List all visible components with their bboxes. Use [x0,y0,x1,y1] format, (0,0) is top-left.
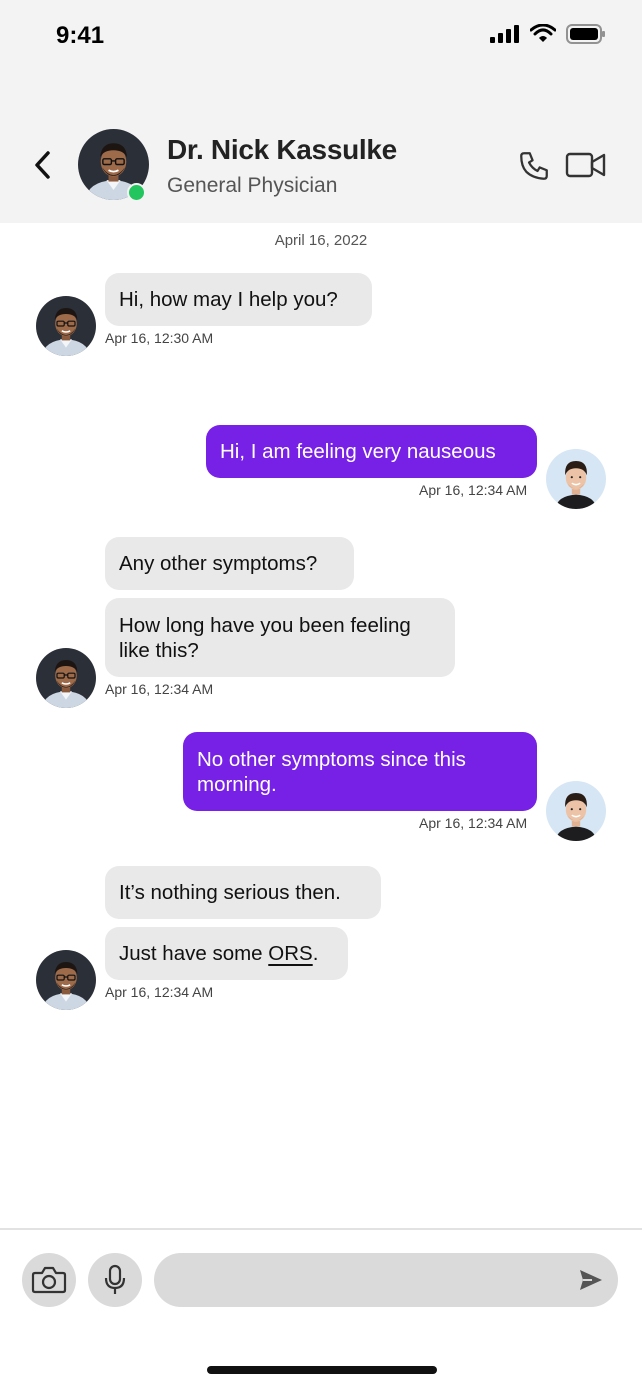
phone-icon[interactable] [517,149,551,183]
incoming-message[interactable]: How long have you been feeling like this… [105,598,455,677]
outgoing-message[interactable]: No other symptoms since this morning. [183,732,537,811]
camera-icon [31,1266,67,1294]
incoming-message[interactable]: It’s nothing serious then. [105,866,381,919]
incoming-message[interactable]: Hi, how may I help you? [105,273,372,326]
message-text: Just have some [119,942,269,965]
doctor-role: General Physician [167,174,338,197]
ors-link[interactable]: ORS [268,942,312,965]
wifi-icon [530,24,556,42]
online-status-dot [127,183,146,202]
message-text: Hi, I am feeling very nauseous [220,440,496,463]
message-text: . [312,942,319,965]
message-text: Hi, how may I help you? [119,288,338,311]
incoming-message[interactable]: Just have some ORS. [105,927,348,980]
message-text: It’s nothing serious then. [119,881,341,904]
message-timestamp: Apr 16, 12:30 AM [105,330,214,346]
outgoing-message[interactable]: Hi, I am feeling very nauseous [206,425,537,478]
microphone-button[interactable] [88,1253,142,1307]
doctor-avatar [36,950,96,1010]
doctor-name: Dr. Nick Kassulke [167,134,397,165]
message-text-line: like this? [119,639,199,662]
message-input[interactable] [154,1253,618,1307]
camera-button[interactable] [22,1253,76,1307]
message-timestamp: Apr 16, 12:34 AM [105,984,214,1000]
doctor-avatar [36,648,96,708]
doctor-avatar [36,296,96,356]
back-arrow-icon[interactable] [30,148,56,182]
send-icon[interactable] [578,1267,604,1293]
signal-icon [490,25,519,43]
status-bar: 9:41 [0,0,642,80]
message-timestamp: Apr 16, 12:34 AM [419,482,528,498]
chat-header: Dr. Nick Kassulke General Physician [0,80,642,223]
status-time: 9:41 [56,22,105,49]
battery-icon [566,24,605,44]
user-avatar [546,449,606,509]
status-icons [490,24,606,44]
message-text-line: No other symptoms since this [197,748,466,771]
video-call-icon[interactable] [565,150,607,180]
message-timestamp: Apr 16, 12:34 AM [105,681,214,697]
message-text-line: morning. [197,773,277,796]
message-timestamp: Apr 16, 12:34 AM [419,815,528,831]
date-separator: April 16, 2022 [274,232,368,249]
composer-divider [0,1228,642,1230]
incoming-message[interactable]: Any other symptoms? [105,537,354,590]
message-text: Any other symptoms? [119,552,318,575]
user-avatar [546,781,606,841]
message-text-line: How long have you been feeling [119,614,411,637]
microphone-icon [104,1264,126,1294]
home-indicator[interactable] [207,1366,437,1374]
